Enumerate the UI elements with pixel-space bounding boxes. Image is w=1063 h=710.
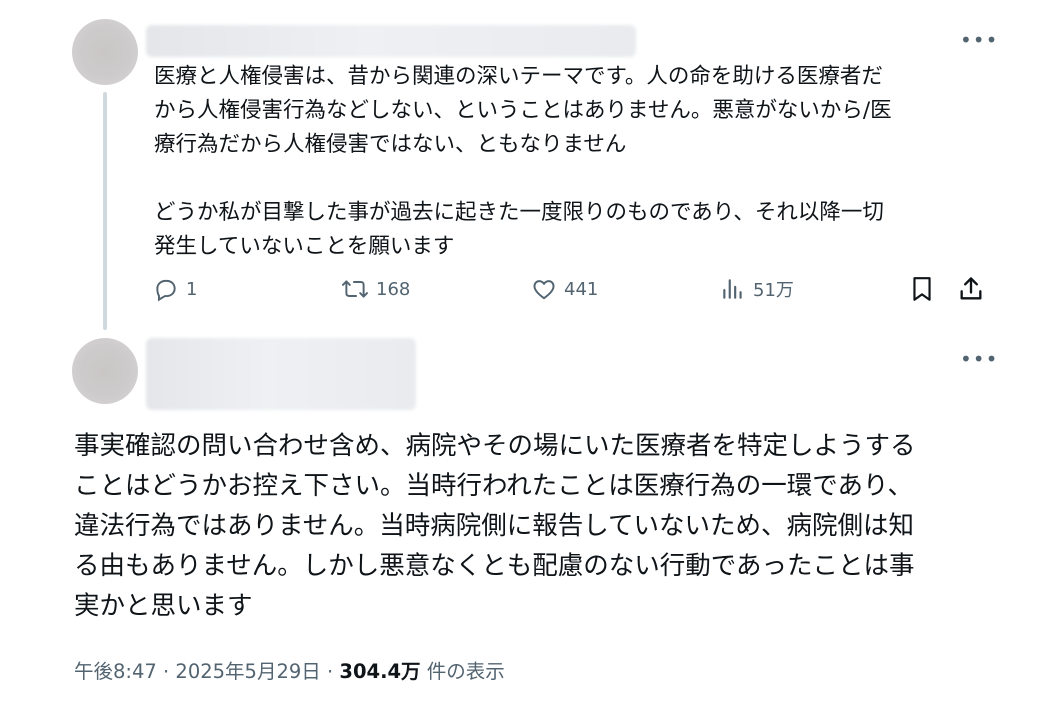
author-name-redacted[interactable] bbox=[146, 25, 636, 57]
meta-separator: · bbox=[320, 660, 340, 683]
share-button[interactable] bbox=[957, 275, 985, 303]
views-count: 304.4万 bbox=[339, 660, 421, 683]
views-icon bbox=[720, 276, 746, 302]
retweet-icon bbox=[341, 276, 369, 302]
like-icon bbox=[531, 276, 557, 302]
retweet-button[interactable]: 168 bbox=[341, 275, 410, 303]
bookmark-button[interactable] bbox=[909, 275, 935, 303]
meta-separator: · bbox=[156, 660, 176, 683]
like-button[interactable]: 441 bbox=[531, 275, 598, 303]
author-name-redacted[interactable] bbox=[146, 338, 416, 410]
tweet-meta: 午後8:47 · 2025年5月29日 · 304.4万 件の表示 bbox=[74, 655, 505, 684]
more-options-button[interactable]: ••• bbox=[960, 349, 998, 369]
bookmark-icon bbox=[909, 275, 935, 303]
retweet-count: 168 bbox=[376, 278, 411, 300]
more-options-button[interactable]: ••• bbox=[960, 30, 998, 50]
share-icon bbox=[957, 275, 985, 303]
reply-button[interactable]: 1 bbox=[153, 275, 197, 303]
avatar[interactable] bbox=[72, 338, 138, 404]
tweet-text: 医療と人権侵害は、昔から関連の深いテーマです。人の命を助ける医療者だ から人権侵… bbox=[154, 64, 892, 259]
more-icon: ••• bbox=[960, 28, 999, 52]
tweet-time[interactable]: 午後8:47 bbox=[74, 655, 157, 684]
views-button[interactable]: 51万 bbox=[720, 275, 794, 303]
tweet-text: 事実確認の問い合わせ含め、病院やその場にいた医療者を特定しようする ことはどうか… bbox=[74, 431, 916, 621]
views-count: 51万 bbox=[753, 280, 794, 301]
tweet-date[interactable]: 2025年5月29日 bbox=[175, 655, 320, 684]
reply-count: 1 bbox=[186, 278, 198, 300]
views-label: 件の表示 bbox=[420, 660, 505, 683]
thread-line bbox=[103, 92, 107, 330]
more-icon: ••• bbox=[960, 347, 999, 371]
like-count: 441 bbox=[564, 278, 599, 300]
reply-icon bbox=[153, 276, 179, 302]
avatar[interactable] bbox=[72, 19, 138, 85]
